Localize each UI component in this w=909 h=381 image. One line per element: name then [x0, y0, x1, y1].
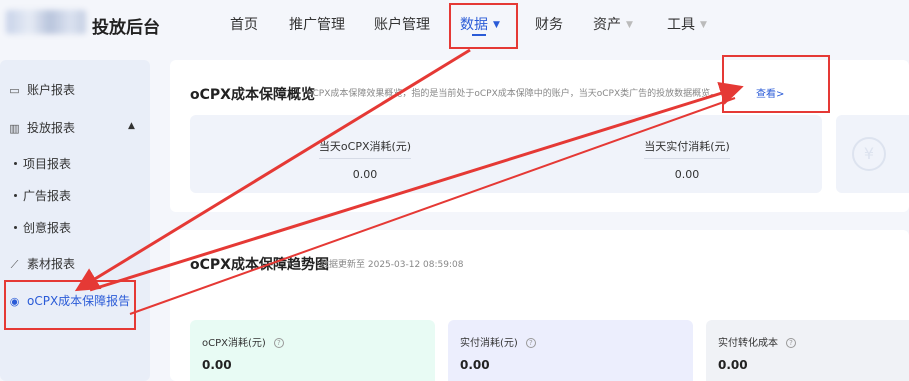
arrow-nav-to-sidebar [74, 48, 471, 292]
annotation-arrows [74, 48, 744, 315]
arrow-sidebar-to-link [89, 81, 744, 292]
arrow-sidebar-to-link-thin [129, 97, 736, 315]
